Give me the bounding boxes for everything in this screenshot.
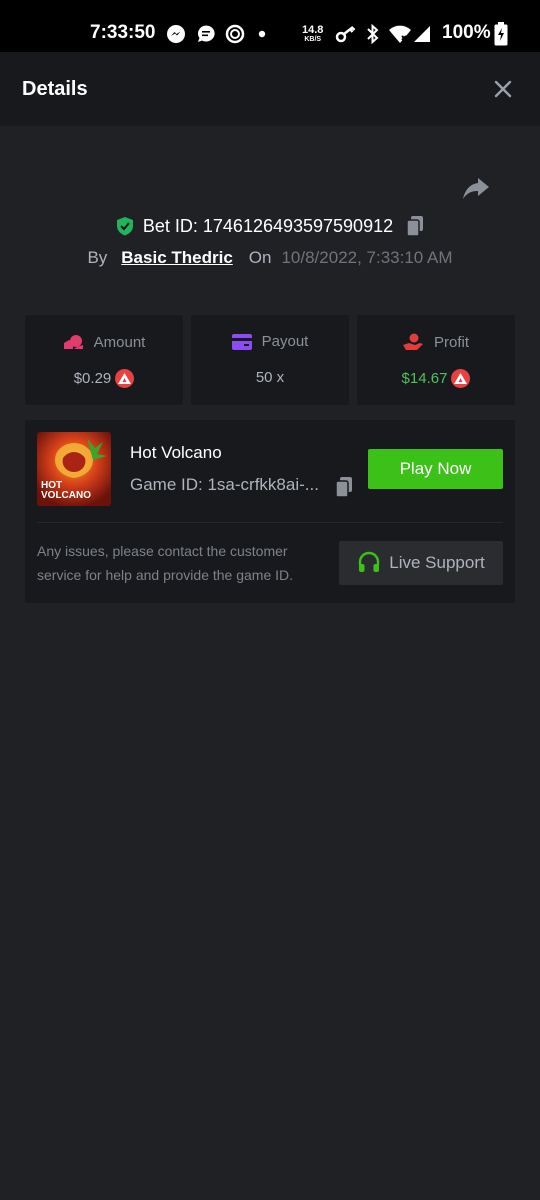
bet-date: 10/8/2022, 7:33:10 AM	[281, 248, 453, 267]
bet-meta-row: By Basic Thedric On 10/8/2022, 7:33:10 A…	[0, 245, 540, 271]
game-thumbnail[interactable]: HOT VOLCANO	[37, 432, 111, 506]
payout-value: 50 x	[255, 369, 285, 386]
game-thumb-text: HOT VOLCANO	[41, 481, 91, 501]
profit-icon	[402, 333, 423, 350]
messenger-icon	[167, 25, 185, 43]
status-time: 7:33:50	[90, 22, 156, 43]
bet-id-row: Bet ID: 1746126493597590912	[0, 212, 540, 240]
bet-id: Bet ID: 1746126493597590912	[142, 215, 394, 236]
net-speed: 14.8 KB/S	[302, 25, 323, 44]
profit-label: Profit	[433, 333, 469, 351]
avax-coin-icon	[115, 369, 135, 388]
thumb-text-line2: VOLCANO	[41, 490, 91, 501]
net-speed-unit: KB/S	[304, 36, 322, 43]
avax-coin-icon	[451, 369, 471, 388]
game-card: HOT VOLCANO Hot Volcano Game ID: 1sa-crf…	[25, 420, 515, 603]
circle-app-icon	[225, 24, 245, 44]
close-icon[interactable]	[492, 78, 514, 100]
battery-charging-icon	[494, 22, 508, 46]
shield-check-icon	[116, 217, 133, 236]
payout-label: Payout	[261, 333, 309, 350]
copy-game-id-icon[interactable]	[334, 476, 354, 498]
share-icon[interactable]	[462, 176, 490, 200]
by-label: By	[87, 248, 108, 267]
bluetooth-icon	[367, 24, 379, 44]
headset-icon	[359, 551, 380, 572]
amount-label: Amount	[93, 333, 146, 351]
net-speed-value: 14.8	[302, 24, 324, 36]
amount-icon	[63, 335, 83, 349]
amount-value: $0.29	[73, 370, 112, 387]
payout-card-icon	[231, 333, 252, 350]
profit-value: $14.67	[401, 370, 448, 387]
live-support-button[interactable]: Live Support	[339, 541, 503, 585]
dot-icon	[258, 30, 266, 38]
play-now-button[interactable]: Play Now	[368, 449, 503, 489]
chat-bubble-icon	[198, 25, 215, 42]
payout-card: Payout 50 x	[191, 315, 349, 405]
wifi-icon	[389, 25, 411, 43]
copy-icon[interactable]	[405, 215, 425, 237]
game-id: Game ID: 1sa-crfkk8ai-...	[130, 475, 319, 494]
battery-percent: 100%	[442, 22, 491, 43]
divider	[37, 522, 503, 523]
user-link[interactable]: Basic Thedric	[121, 248, 233, 268]
details-header: Details	[0, 52, 540, 126]
game-title: Hot Volcano	[130, 443, 222, 462]
amount-card: Amount $0.29	[25, 315, 183, 405]
key-icon	[335, 26, 356, 43]
page-title: Details	[22, 78, 88, 100]
status-bar: 7:33:50 14.8 KB/S 100%	[0, 0, 540, 52]
profit-card: Profit $14.67	[357, 315, 515, 405]
live-support-label: Live Support	[389, 553, 485, 572]
on-label: On	[248, 248, 272, 267]
help-text: Any issues, please contact the customer …	[37, 543, 294, 583]
signal-icon	[414, 26, 430, 42]
